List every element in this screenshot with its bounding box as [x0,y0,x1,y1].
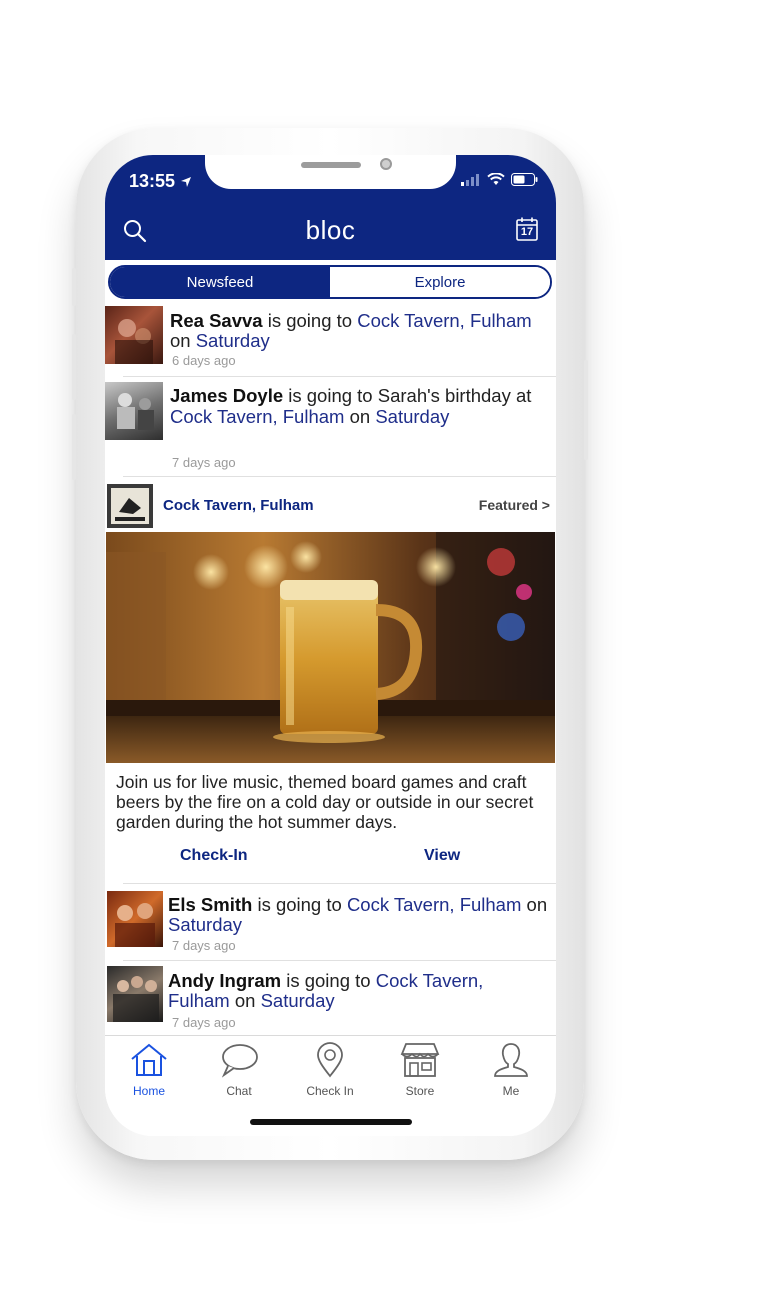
venue-name[interactable]: Cock Tavern, Fulham [163,497,314,514]
venue-thumbnail[interactable] [107,484,153,528]
venue-description: Join us for live music, themed board gam… [116,772,534,832]
avatar-photo [113,976,159,1022]
tab-label: Home [132,1084,165,1098]
status-icons [461,173,538,186]
user-name[interactable]: Rea Savva [170,310,263,331]
feed-on: on [344,406,376,427]
feed-verb: is going to [262,310,358,331]
volume-up-button [72,334,76,400]
feed-on: on [229,990,261,1011]
featured-link[interactable]: Featured > [479,497,550,513]
divider [123,476,556,477]
timestamp: 7 days ago [172,455,236,470]
day-link[interactable]: Saturday [168,914,242,935]
feed-verb: is going to Sarah's birthday at [283,385,532,406]
tab-store[interactable]: Store [385,1042,455,1098]
store-icon [400,1043,440,1077]
feed-on: on [170,330,196,351]
app-title: bloc [305,215,356,245]
venue-logo [107,484,153,528]
featured-venue-header[interactable]: Cock Tavern, Fulham Featured > [105,480,556,530]
feed-verb: is going to [281,970,376,991]
view-button[interactable]: View [424,847,460,865]
feed-item[interactable]: Rea Savva is going to Cock Tavern, Fulha… [105,305,556,375]
card-actions: Check-In View [105,847,556,871]
top-bar: 13:55 bloc 17 [105,155,556,260]
divider [123,883,556,884]
volume-down-button [72,414,76,480]
calendar-icon[interactable]: 17 [516,217,538,241]
signal-icon [461,173,479,186]
calendar-day: 17 [520,226,534,238]
tab-newsfeed[interactable]: Newsfeed [110,267,330,297]
app-screen: 13:55 bloc 17 Newsfeed Explore Rea Savva… [105,155,556,1136]
venue-link[interactable]: Cock Tavern, Fulham [347,894,521,915]
day-link[interactable]: Saturday [375,406,449,427]
checkin-button[interactable]: Check-In [180,847,248,865]
venue-link[interactable]: Cock Tavern, Fulham [170,406,344,427]
divider [123,960,556,961]
timestamp: 7 days ago [172,938,236,953]
home-icon [131,1043,167,1076]
checkin-pin-icon [317,1042,343,1078]
front-camera [380,158,392,170]
feed-segment-control: Newsfeed Explore [108,265,552,299]
feed-text: Rea Savva is going to Cock Tavern, Fulha… [170,311,550,351]
power-button [584,360,588,460]
wifi-icon [487,173,505,185]
avatar[interactable] [105,306,163,364]
home-indicator[interactable] [250,1119,412,1125]
feed-text: Els Smith is going to Cock Tavern, Fulha… [168,895,550,935]
user-name[interactable]: James Doyle [170,385,283,406]
divider [123,376,556,377]
feed-item[interactable]: Andy Ingram is going to Cock Tavern, Ful… [105,964,556,1034]
avatar[interactable] [107,891,163,947]
feed-item[interactable]: James Doyle is going to Sarah's birthday… [105,380,556,476]
avatar-photo [115,319,153,364]
user-name[interactable]: Andy Ingram [168,970,281,991]
tab-label: Store [405,1084,435,1098]
feed-text: Andy Ingram is going to Cock Tavern, Ful… [168,971,550,1011]
chat-icon [221,1044,258,1078]
speaker-grille [301,162,361,168]
timestamp: 7 days ago [172,1015,236,1030]
avatar-photo [115,903,155,947]
venue-photo[interactable] [106,532,555,763]
tab-chat[interactable]: Chat [204,1042,274,1098]
silent-switch [72,268,76,306]
tab-explore[interactable]: Explore [330,267,550,297]
location-arrow-icon [181,177,192,187]
tab-checkin[interactable]: Check In [295,1042,365,1098]
feed-text: James Doyle is going to Sarah's birthday… [170,385,550,427]
user-name[interactable]: Els Smith [168,894,252,915]
feed-item[interactable]: Els Smith is going to Cock Tavern, Fulha… [105,888,556,958]
feed-verb: is going to [252,894,347,915]
avatar-photo [117,393,154,430]
timestamp: 6 days ago [172,353,236,368]
avatar[interactable] [107,966,163,1022]
notch [205,155,456,189]
day-link[interactable]: Saturday [261,990,335,1011]
battery-icon [511,173,538,186]
beer-photo [106,532,555,763]
person-icon [494,1043,528,1077]
feed-on: on [521,894,548,915]
day-link[interactable]: Saturday [196,330,270,351]
tab-label: Check In [306,1084,354,1098]
tab-label: Chat [226,1084,252,1098]
tab-me[interactable]: Me [476,1042,546,1098]
status-time: 13:55 [129,171,192,192]
avatar[interactable] [105,382,163,440]
venue-link[interactable]: Cock Tavern, Fulham [357,310,531,331]
tab-label: Me [502,1084,520,1098]
tab-home[interactable]: Home [114,1042,184,1098]
